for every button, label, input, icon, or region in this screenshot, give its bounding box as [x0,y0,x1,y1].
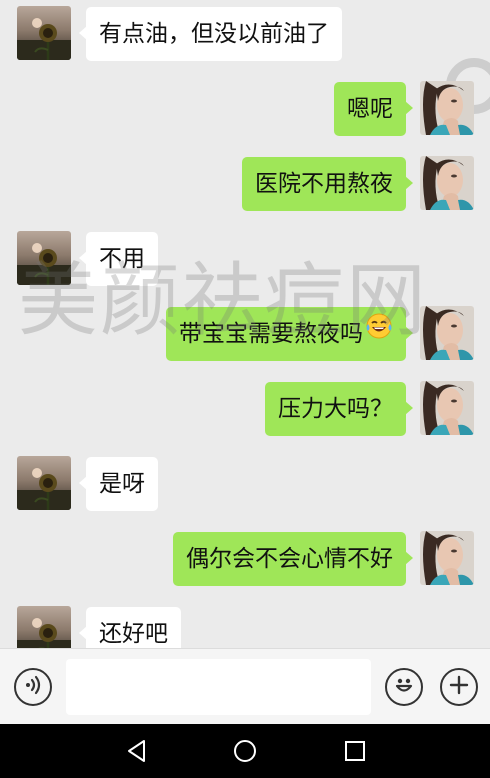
voice-icon [22,674,44,700]
recent-apps-button[interactable] [342,738,368,764]
back-icon [124,740,150,768]
recent-apps-icon [342,741,368,768]
voice-button[interactable] [14,668,52,706]
message-bubble-received[interactable]: 还好吧 [79,607,181,648]
message-input[interactable] [66,659,371,715]
message-bubble-received[interactable]: 不用 [79,232,158,286]
emoji-button[interactable] [385,668,423,706]
contact-avatar[interactable] [17,6,71,60]
message-row-sent: 偶尔会不会心情不好 [0,531,490,587]
back-button[interactable] [124,738,150,764]
home-button[interactable] [232,738,258,764]
emoji-icon [391,672,417,702]
message-bubble-sent[interactable]: 带宝宝需要熬夜吗 [166,306,413,361]
self-avatar[interactable] [420,306,474,360]
plus-icon [448,674,470,700]
message-row-received: 不用 [0,231,490,287]
contact-avatar[interactable] [17,606,71,648]
message-bubble-received[interactable]: 有点油，但没以前油了 [79,7,342,61]
message-row-sent: 带宝宝需要熬夜吗 [0,306,490,362]
message-row-received: 是呀 [0,456,490,512]
self-avatar[interactable] [420,531,474,585]
chat-area[interactable]: 有点油，但没以前油了 嗯呢 医院不用熬夜 不用 带宝宝需要熬夜吗 压力大吗？ 是… [0,0,490,648]
self-avatar[interactable] [420,156,474,210]
tears-of-joy-emoji-icon [365,306,393,360]
system-nav-bar [0,724,490,778]
message-bubble-received[interactable]: 是呀 [79,457,158,511]
contact-avatar[interactable] [17,456,71,510]
message-bubble-sent[interactable]: 压力大吗？ [265,382,413,436]
message-bubble-sent[interactable]: 嗯呢 [334,82,413,136]
more-button[interactable] [440,668,478,706]
message-row-sent: 嗯呢 [0,81,490,137]
message-bubble-sent[interactable]: 医院不用熬夜 [242,157,413,211]
message-row-received: 有点油，但没以前油了 [0,6,490,62]
self-avatar[interactable] [420,381,474,435]
message-row-sent: 压力大吗？ [0,381,490,437]
message-row-sent: 医院不用熬夜 [0,156,490,212]
self-avatar[interactable] [420,81,474,135]
contact-avatar[interactable] [17,231,71,285]
input-bar [0,648,490,724]
message-bubble-sent[interactable]: 偶尔会不会心情不好 [173,532,413,586]
message-row-received: 还好吧 [0,606,490,648]
message-text: 带宝宝需要熬夜吗 [179,321,363,347]
home-icon [232,740,258,768]
